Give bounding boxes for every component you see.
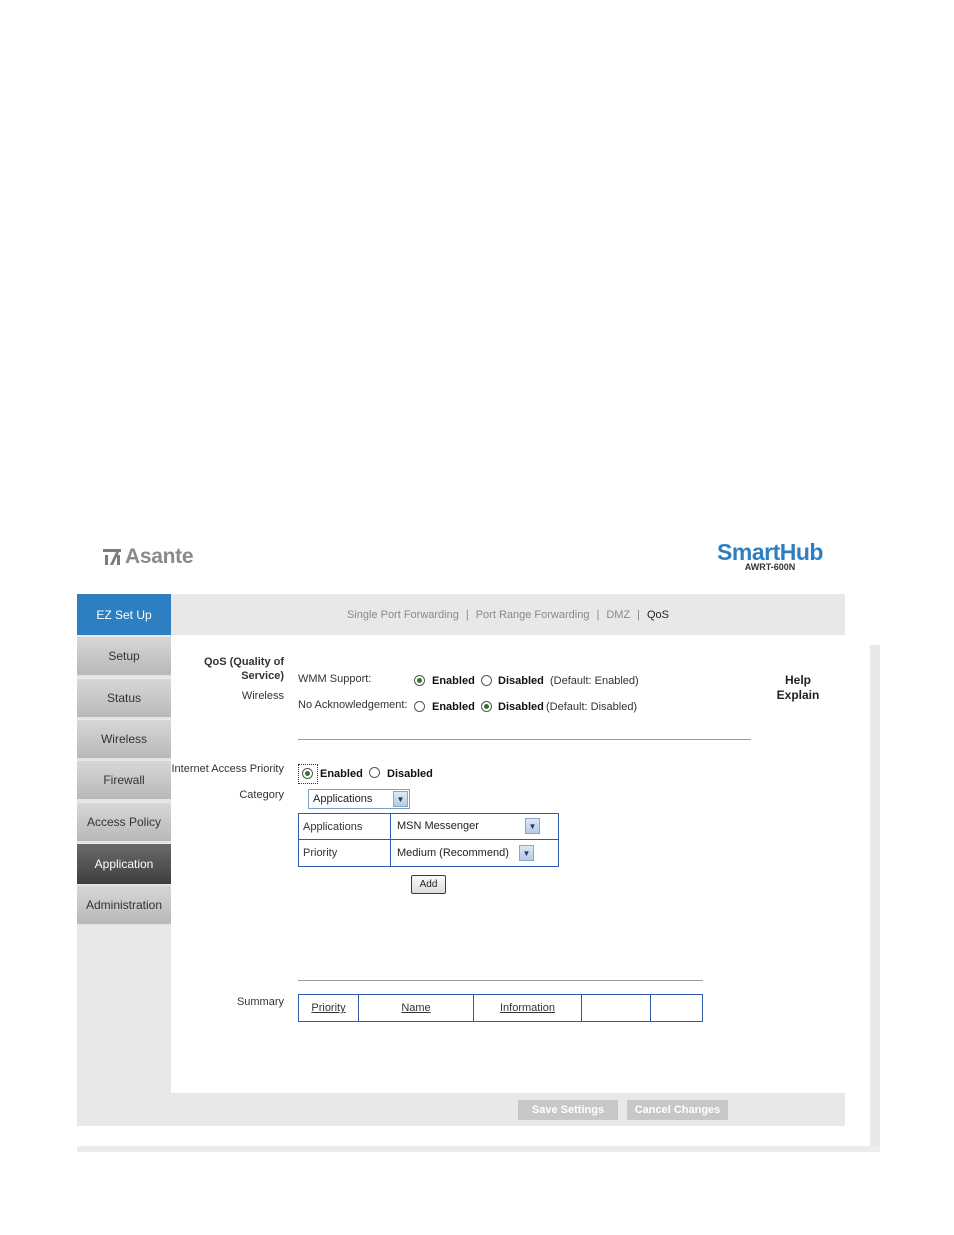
category-label: Category [239,789,284,801]
no-ack-enabled-radio[interactable] [414,701,425,712]
summary-label: Summary [236,996,284,1008]
summary-col-information[interactable]: Information [473,994,582,1022]
application-select-value: MSN Messenger [397,820,479,832]
no-ack-disabled-label: Disabled [498,701,544,713]
tab-separator: | [637,608,640,621]
tab-port-range-forwarding[interactable]: Port Range Forwarding [476,609,590,621]
sub-tabs: Single Port Forwarding | Port Range Forw… [171,594,845,635]
summary-divider [298,980,703,981]
tab-dmz[interactable]: DMZ [606,609,630,621]
summary-col-name[interactable]: Name [358,994,474,1022]
tab-single-port-forwarding[interactable]: Single Port Forwarding [347,609,459,621]
applications-row-label: Applications [298,813,391,840]
iap-enabled-radio[interactable] [302,768,313,779]
frame-shadow-bottom [77,1146,880,1152]
tab-qos[interactable]: QoS [647,609,669,621]
category-select[interactable]: Applications ▼ [308,789,410,809]
priority-select-value: Medium (Recommend) [397,847,509,859]
help-title[interactable]: Help [751,673,845,688]
help-box: Help Explain [751,673,845,703]
iap-disabled-label: Disabled [387,768,433,780]
priority-row-cell: Medium (Recommend) ▼ [390,839,559,867]
no-ack-enabled-label: Enabled [432,701,475,713]
asante-logo: Asante [103,544,194,570]
frame-shadow-right [870,645,880,1152]
nav-ez-setup[interactable]: EZ Set Up [77,594,171,635]
priority-select[interactable]: Medium (Recommend) ▼ [392,843,536,863]
nav-status[interactable]: Status [77,679,171,719]
help-explain[interactable]: Explain [751,688,845,703]
iap-label: Internet Access Priority [171,763,285,775]
nav-firewall[interactable]: Firewall [77,761,171,801]
wmm-disabled-label: Disabled [498,675,544,687]
add-button[interactable]: Add [411,875,446,894]
nav-wireless[interactable]: Wireless [77,720,171,760]
save-settings-button[interactable]: Save Settings [518,1100,618,1120]
smarthub-logo: SmartHub AWRT-600N [700,540,840,572]
application-select[interactable]: MSN Messenger ▼ [392,816,542,836]
chevron-down-icon: ▼ [519,845,534,861]
iap-enabled-label: Enabled [320,768,363,780]
wmm-enabled-radio[interactable] [414,675,425,686]
nav-application[interactable]: Application [77,844,171,886]
summary-col-priority[interactable]: Priority [298,994,359,1022]
priority-row-label: Priority [298,839,391,867]
brand-left: Asante [125,545,194,568]
brand-right: SmartHub [717,539,823,565]
asante-logo-icon [103,549,121,565]
tab-separator: | [596,608,600,621]
chevron-down-icon: ▼ [393,791,408,807]
wmm-support-label: WMM Support: [298,673,372,685]
iap-disabled-radio[interactable] [369,767,380,778]
section-divider [298,739,751,740]
category-select-value: Applications [313,793,373,805]
chevron-down-icon: ▼ [525,818,540,834]
wmm-enabled-label: Enabled [432,675,475,687]
qos-title-line1: QoS (Quality of [203,656,284,668]
summary-col-empty-2 [650,994,703,1022]
wmm-default-text: (Default: Enabled) [550,675,639,687]
tab-separator: | [465,608,469,621]
wmm-disabled-radio[interactable] [481,675,492,686]
summary-col-empty-1 [581,994,651,1022]
wireless-label: Wireless [241,690,284,702]
no-ack-disabled-radio[interactable] [481,701,492,712]
cancel-changes-button[interactable]: Cancel Changes [627,1100,728,1120]
applications-row-cell: MSN Messenger ▼ [390,813,559,840]
help-panel [751,635,845,1093]
qos-title-line2: Service) [241,670,284,682]
no-ack-default-text: (Default: Disabled) [546,701,638,713]
nav-administration[interactable]: Administration [77,886,171,926]
no-ack-label: No Acknowledgement: [298,699,408,711]
nav-setup[interactable]: Setup [77,637,171,677]
nav-access-policy[interactable]: Access Policy [77,803,171,843]
